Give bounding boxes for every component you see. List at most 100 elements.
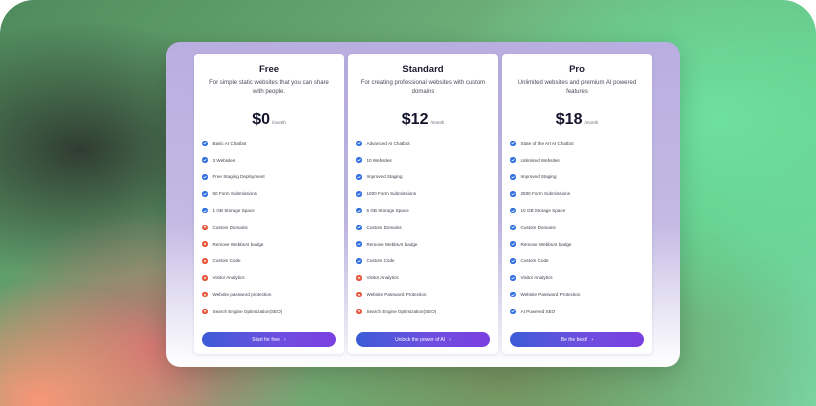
feature-label: 10 GB Storage Space (520, 208, 566, 214)
check-icon (510, 258, 516, 264)
feature-label: Search Engine Optimization(SEO) (366, 308, 437, 314)
feature-item: Visitor Analytics (510, 269, 646, 286)
feature-label: AI Powered SEO (520, 308, 556, 314)
start-for-free-button[interactable]: Start for free › (202, 332, 336, 347)
check-icon (510, 241, 516, 247)
feature-label: Visitor Analytics (366, 275, 399, 281)
feature-item: Website password protection (202, 286, 338, 303)
check-icon (202, 157, 208, 163)
feature-label: 1000 Form Submissions (366, 191, 417, 197)
feature-item: Website Password Protection (356, 286, 492, 303)
check-icon (510, 174, 516, 180)
feature-label: Custom Code (366, 258, 395, 264)
check-icon (510, 224, 516, 231)
plan-name: Pro (569, 64, 585, 75)
feature-item: 2500 Form Submissions (510, 185, 646, 202)
check-icon (510, 275, 516, 281)
feature-label: Website password protection (212, 292, 272, 298)
check-icon (356, 241, 362, 247)
plan-description: For simple static websites that you can … (209, 80, 329, 95)
feature-item: 50 Form Submissions (202, 185, 338, 202)
feature-label: Search Engine Optimization(SEO) (212, 308, 283, 314)
feature-item: Free Staging Deployment (202, 169, 338, 186)
be-the-best-button[interactable]: Be the best! › (510, 332, 644, 347)
price-period: /month (584, 120, 599, 125)
feature-item: 1000 Form Submissions (356, 185, 492, 202)
plan-name: Free (258, 64, 280, 75)
feature-label: Custom Domains (212, 224, 248, 230)
feature-item: Unlimited Websites (510, 152, 646, 169)
feature-label: 5 GB Storage Space (366, 208, 409, 214)
check-icon (510, 140, 516, 147)
feature-label: 2500 Form Submissions (520, 191, 571, 197)
feature-item: State of the Art AI Chatbot (510, 135, 646, 152)
plan-description: Unlimited websites and premium AI powere… (517, 80, 637, 95)
feature-item: Visitor Analytics (202, 269, 338, 286)
feature-item: AI Powered SEO (510, 303, 646, 320)
plan-card-free: Free For simple static websites that you… (194, 54, 344, 354)
unlock-ai-button[interactable]: Unlock the power of AI › (356, 332, 490, 347)
feature-label: Visitor Analytics (520, 275, 553, 281)
price-row: $0/month (194, 111, 344, 129)
cross-icon (356, 275, 362, 281)
button-label: Be the best! (560, 336, 588, 343)
check-icon (510, 291, 516, 298)
plan-description: For creating professional websites with … (360, 80, 486, 95)
feature-label: Improved Staging (520, 174, 557, 180)
feature-label: Unlimited Websites (520, 157, 560, 163)
feature-label: Custom Domains (366, 224, 402, 230)
plan-card-standard: Standard For creating professional websi… (348, 54, 498, 354)
price-row: $12/month (348, 111, 498, 129)
feature-item: 1 GB Storage Space (202, 202, 338, 219)
cross-icon (202, 275, 208, 281)
feature-item: Visitor Analytics (356, 269, 492, 286)
check-icon (356, 191, 362, 197)
feature-label: Website Password Protection (366, 292, 427, 298)
cross-icon (202, 224, 208, 231)
price-row: $18/month (502, 111, 652, 129)
feature-label: 1 GB Storage Space (212, 208, 255, 214)
feature-label: Remove WebbsAI badge (520, 241, 572, 247)
feature-item: Advanced AI Chatbot (356, 135, 492, 152)
feature-label: 10 Websites (366, 157, 392, 163)
cross-icon (202, 291, 208, 298)
check-icon (510, 191, 516, 197)
check-icon (202, 207, 208, 214)
feature-item: Remove WebbsAI badge (356, 236, 492, 253)
price-period: /month (430, 120, 445, 125)
feature-item: 5 GB Storage Space (356, 202, 492, 219)
plan-price: $18 (555, 111, 583, 128)
check-icon (356, 224, 362, 231)
cross-icon (356, 291, 362, 298)
feature-item: Custom Domains (510, 219, 646, 236)
feature-label: Improved Staging (366, 174, 403, 180)
feature-label: Custom Code (212, 258, 241, 264)
chevron-right-icon: › (591, 336, 594, 343)
check-icon (356, 157, 362, 163)
feature-label: Remove WebbsAI badge (366, 241, 418, 247)
check-icon (202, 191, 208, 197)
cross-icon (202, 241, 208, 247)
button-label: Unlock the power of AI (395, 336, 446, 343)
plan-price: $0 (252, 111, 271, 128)
check-icon (356, 258, 362, 264)
feature-item: Basic AI Chatbot (202, 135, 338, 152)
feature-list: Basic AI Chatbot 3 Websites Free Staging D… (202, 135, 338, 320)
feature-list: State of the Art AI Chatbot Unlimited Web… (510, 135, 646, 320)
feature-item: Improved Staging (510, 169, 646, 186)
feature-item: Custom Code (510, 253, 646, 270)
feature-label: State of the Art AI Chatbot (520, 140, 574, 146)
plan-name: Standard (402, 64, 444, 75)
feature-item: Website Password Protection (510, 286, 646, 303)
feature-label: Advanced AI Chatbot (366, 140, 410, 146)
feature-item: Search Engine Optimization(SEO) (356, 303, 492, 320)
button-label: Start for free (252, 336, 280, 343)
pricing-panel: Free For simple static websites that you… (166, 42, 680, 367)
check-icon (510, 207, 516, 214)
plan-price: $12 (401, 111, 429, 128)
feature-list: Advanced AI Chatbot 10 Websites Improved S… (356, 135, 492, 320)
feature-item: Remove WebbsAI badge (202, 236, 338, 253)
feature-label: Basic AI Chatbot (212, 140, 247, 146)
feature-item: Search Engine Optimization(SEO) (202, 303, 338, 320)
cross-icon (356, 308, 362, 315)
